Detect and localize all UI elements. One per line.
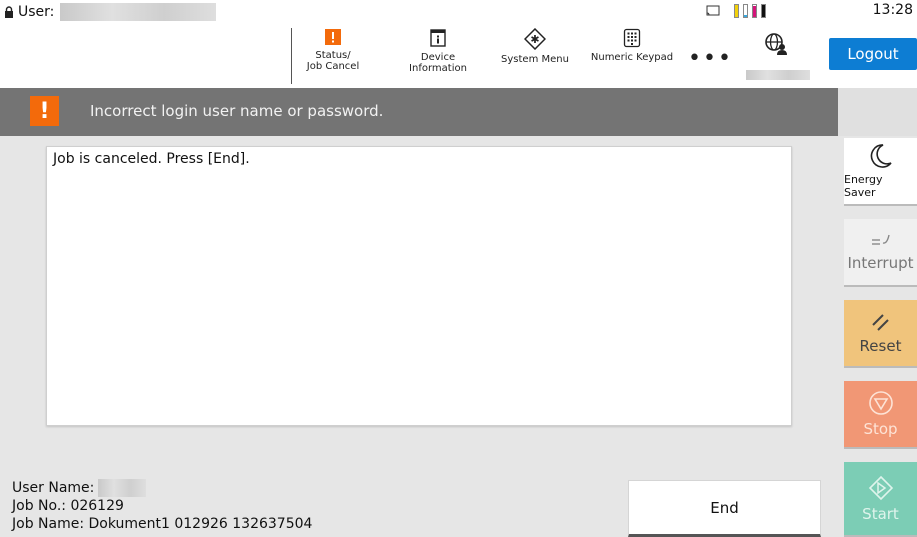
energy-saver-button[interactable]: Energy Saver bbox=[844, 138, 917, 206]
message-bar: ! Incorrect login user name or password. bbox=[0, 88, 838, 136]
reset-label: Reset bbox=[859, 337, 902, 355]
interrupt-button[interactable]: Interrupt bbox=[844, 219, 917, 287]
energy-saver-label: Energy Saver bbox=[844, 173, 883, 199]
stop-button[interactable]: Stop bbox=[844, 381, 917, 449]
system-menu-button[interactable]: ✱ System Menu bbox=[494, 28, 576, 65]
system-menu-label: System Menu bbox=[501, 54, 569, 65]
device-info-icon bbox=[430, 29, 446, 47]
language-button[interactable] bbox=[764, 32, 788, 60]
warning-icon bbox=[325, 29, 341, 45]
stop-icon bbox=[868, 391, 893, 415]
user-name-label: User Name: bbox=[12, 480, 95, 496]
status-job-cancel-button[interactable]: Status/ Job Cancel bbox=[301, 28, 365, 72]
message-text: Incorrect login user name or password. bbox=[90, 102, 384, 120]
reset-button[interactable]: Reset bbox=[844, 300, 917, 368]
toner-yellow bbox=[734, 4, 739, 18]
moon-icon bbox=[870, 144, 892, 168]
top-toolbar: Status/ Job Cancel Device Information ✱ … bbox=[0, 24, 917, 88]
end-button[interactable]: End bbox=[628, 480, 821, 537]
screen-cast-icon bbox=[706, 5, 720, 16]
panel-text: Job is canceled. Press [End]. bbox=[53, 151, 250, 167]
toner-black bbox=[761, 4, 766, 18]
device-information-button[interactable]: Device Information bbox=[398, 28, 478, 74]
device-label-line1: Device bbox=[420, 52, 456, 63]
start-label: Start bbox=[862, 504, 899, 523]
numeric-keypad-button[interactable]: Numeric Keypad bbox=[584, 28, 680, 63]
device-label-line2: Information bbox=[409, 63, 467, 74]
status-label-line1: Status/ bbox=[315, 50, 351, 61]
user-name-row: User Name: bbox=[12, 479, 312, 497]
toner-indicator bbox=[706, 4, 766, 18]
more-menu-button[interactable]: ••• bbox=[688, 46, 733, 71]
stop-label: Stop bbox=[863, 420, 898, 438]
logout-button[interactable]: Logout bbox=[829, 38, 917, 70]
job-name: Job Name: Dokument1 012926 132637504 bbox=[12, 516, 313, 532]
keypad-label: Numeric Keypad bbox=[590, 52, 674, 63]
message-panel: Job is canceled. Press [End]. bbox=[46, 146, 792, 426]
job-info: User Name: Job No.: 026129 Job Name: Dok… bbox=[12, 479, 312, 533]
interrupt-label: Interrupt bbox=[847, 254, 914, 272]
reset-icon bbox=[871, 314, 889, 331]
user-label: User: bbox=[18, 4, 55, 20]
language-redacted bbox=[746, 70, 810, 80]
toner-magenta bbox=[752, 4, 757, 18]
toner-cyan bbox=[743, 4, 748, 18]
start-button[interactable]: Start bbox=[844, 462, 917, 537]
keypad-icon bbox=[623, 28, 641, 48]
svg-text:✱: ✱ bbox=[530, 33, 539, 46]
user-indicator: User: bbox=[4, 2, 217, 22]
clock: 13:28 bbox=[872, 2, 913, 18]
globe-user-icon bbox=[765, 33, 787, 55]
system-menu-icon: ✱ bbox=[524, 28, 546, 50]
alert-icon: ! bbox=[30, 96, 59, 126]
message-bar-spacer bbox=[838, 88, 917, 136]
user-name-redacted bbox=[60, 3, 217, 21]
toolbar-divider bbox=[291, 28, 292, 84]
job-number: Job No.: 026129 bbox=[12, 498, 124, 514]
lock-icon bbox=[5, 6, 13, 18]
user-name-value-redacted bbox=[98, 479, 147, 497]
status-label-line2: Job Cancel bbox=[306, 61, 360, 72]
status-bar: User: 13:28 bbox=[0, 0, 917, 24]
start-icon bbox=[868, 475, 893, 500]
interrupt-icon bbox=[871, 234, 890, 245]
